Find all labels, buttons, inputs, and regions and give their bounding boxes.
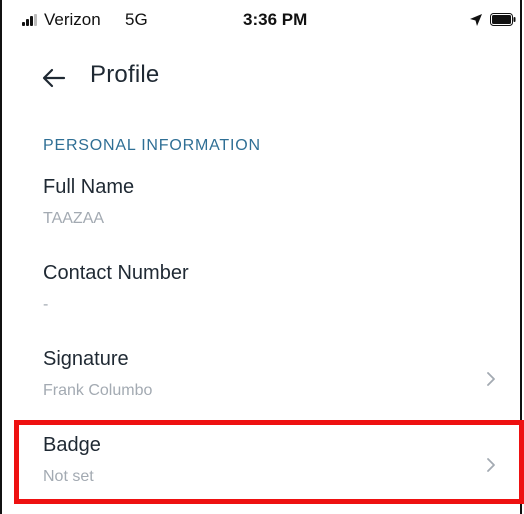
full-name-value: TAAZAA [43,210,105,227]
chevron-right-icon [487,372,495,386]
status-time: 3:36 PM [243,10,308,29]
contact-number-row: Contact Number - [2,262,520,322]
location-arrow-icon [470,14,482,26]
cellular-signal-icon [22,14,40,26]
app-header: Profile [2,52,520,102]
full-name-label: Full Name [43,176,135,198]
signature-row[interactable]: Signature Frank Columbo [2,348,520,412]
battery-icon [490,13,516,26]
badge-row[interactable]: Badge Not set [2,434,520,498]
carrier-name: Verizon [44,10,101,29]
network-type: 5G [125,10,148,29]
badge-label: Badge [43,434,101,456]
page-title: Profile [90,61,160,88]
arrow-left-icon [42,68,66,88]
phone-screen: Verizon 5G 3:36 PM Profile PERSONAL INFO… [0,0,524,514]
contact-number-value: - [43,296,49,313]
badge-value: Not set [43,468,94,485]
contact-number-label: Contact Number [43,262,189,284]
full-name-row: Full Name TAAZAA [2,176,520,236]
back-button[interactable] [36,60,72,96]
status-bar: Verizon 5G 3:36 PM [2,0,520,40]
chevron-right-icon [487,458,495,472]
signature-value: Frank Columbo [43,382,153,399]
section-header: PERSONAL INFORMATION [43,137,261,154]
signature-label: Signature [43,348,129,370]
